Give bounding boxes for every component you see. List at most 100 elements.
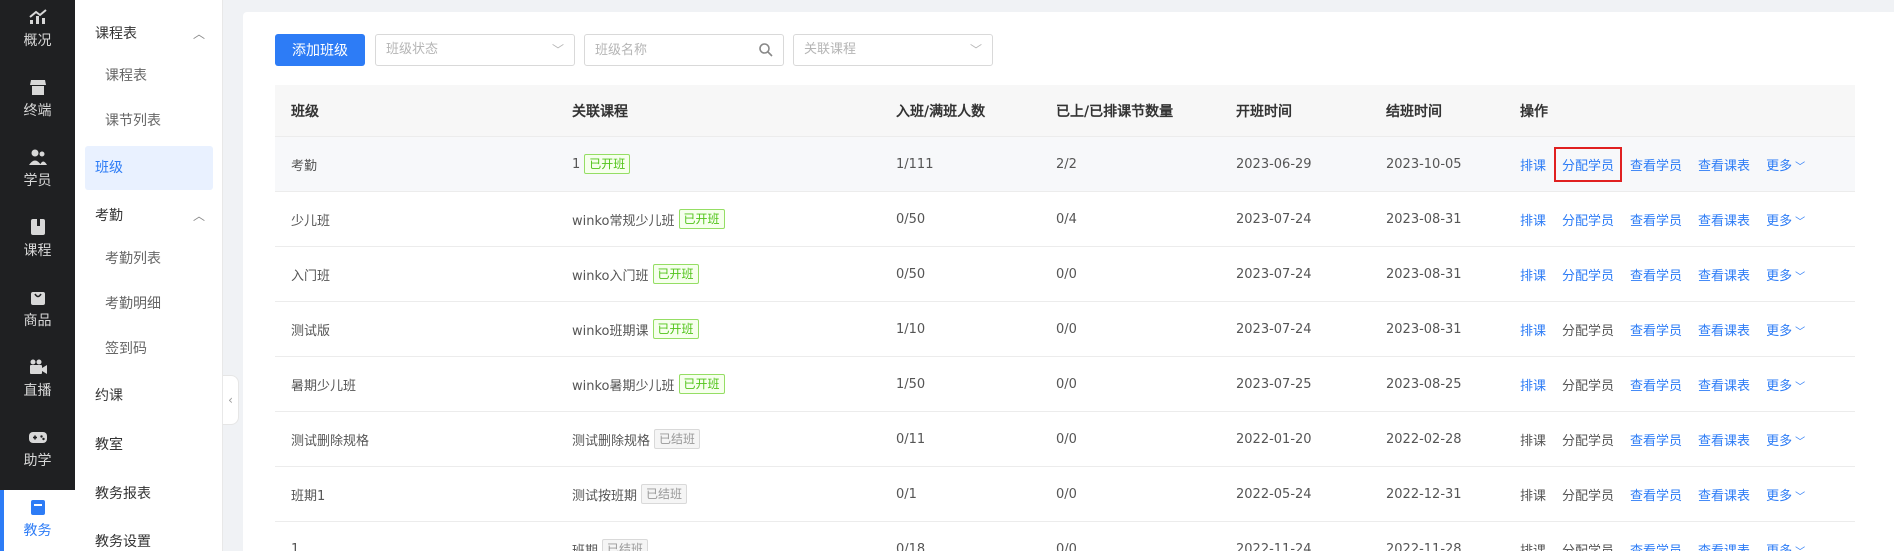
view-students-link[interactable]: 查看学员: [1630, 485, 1682, 504]
header-class: 班级: [291, 103, 319, 120]
add-class-button[interactable]: 添加班级: [275, 34, 365, 66]
header-start: 开班时间: [1236, 103, 1292, 120]
menu-item-class[interactable]: 班级: [85, 146, 213, 190]
table-row: 少儿班 winko常规少儿班 已开班 0/50 0/4 2023-07-24 2023-08…: [275, 192, 1855, 247]
schedule-link[interactable]: 排课: [1520, 375, 1546, 394]
more-dropdown[interactable]: 更多﹀: [1766, 430, 1805, 449]
view-students-link[interactable]: 查看学员: [1630, 265, 1682, 284]
view-schedule-link[interactable]: 查看课表: [1698, 320, 1750, 339]
view-schedule-link[interactable]: 查看课表: [1698, 155, 1750, 174]
header-enroll: 入班/满班人数: [896, 103, 986, 120]
cell-lessons: 0/0: [1056, 266, 1077, 282]
cell-class-name: 暑期少儿班: [291, 378, 357, 394]
assign-students-link[interactable]: 分配学员: [1562, 265, 1614, 284]
menu-group-schedule[interactable]: 课程表 ︿: [75, 12, 223, 56]
view-students-link[interactable]: 查看学员: [1630, 375, 1682, 394]
menu-item-attendance-detail[interactable]: 考勤明细: [75, 282, 223, 326]
more-dropdown[interactable]: 更多﹀: [1766, 210, 1805, 229]
more-dropdown[interactable]: 更多﹀: [1766, 320, 1805, 339]
cell-end-date: 2023-08-25: [1386, 376, 1462, 392]
assign-students-link[interactable]: 分配学员: [1562, 430, 1614, 449]
view-students-link[interactable]: 查看学员: [1630, 210, 1682, 229]
more-dropdown[interactable]: 更多﹀: [1766, 485, 1805, 504]
view-students-link[interactable]: 查看学员: [1630, 320, 1682, 339]
more-dropdown[interactable]: 更多﹀: [1766, 155, 1805, 174]
assign-students-link[interactable]: 分配学员: [1562, 375, 1614, 394]
nav-item-students[interactable]: 学员: [0, 148, 75, 218]
assign-students-link[interactable]: 分配学员: [1562, 540, 1614, 551]
main-nav: 概况 终端 学员 课程 商品 直播 助学 教务: [0, 0, 75, 551]
more-dropdown[interactable]: 更多﹀: [1766, 375, 1805, 394]
bag-icon: [30, 292, 45, 305]
nav-item-overview[interactable]: 概况: [0, 8, 75, 78]
menu-group-label: 考勤: [95, 208, 123, 224]
nav-item-assist[interactable]: 助学: [0, 428, 75, 498]
chevron-up-icon: ︿: [192, 209, 205, 223]
class-status-select[interactable]: 班级状态 ﹀: [375, 34, 575, 66]
cell-lessons: 0/0: [1056, 486, 1077, 502]
cell-class-name: 入门班: [291, 268, 331, 284]
nav-item-goods[interactable]: 商品: [0, 288, 75, 358]
view-schedule-link[interactable]: 查看课表: [1698, 375, 1750, 394]
header-end: 结班时间: [1386, 103, 1442, 120]
assign-students-link[interactable]: 分配学员: [1562, 485, 1614, 504]
view-schedule-link[interactable]: 查看课表: [1698, 265, 1750, 284]
more-dropdown[interactable]: 更多﹀: [1766, 265, 1805, 284]
header-lessons: 已上/已排课节数量: [1056, 103, 1174, 120]
menu-item-label: 约课: [95, 388, 123, 404]
nav-item-academic[interactable]: 教务: [0, 490, 75, 551]
course-name: winko入门班: [572, 268, 649, 284]
schedule-link[interactable]: 排课: [1520, 265, 1546, 284]
view-schedule-link[interactable]: 查看课表: [1698, 485, 1750, 504]
more-dropdown[interactable]: 更多﹀: [1766, 540, 1805, 551]
table-row: 测试版 winko班期课 已开班 1/10 0/0 2023-07-24 2023-08-3…: [275, 302, 1855, 357]
more-label: 更多: [1766, 543, 1793, 551]
nav-label: 教务: [23, 523, 52, 539]
related-course-select[interactable]: 关联课程 ﹀: [793, 34, 993, 66]
assign-students-link[interactable]: 分配学员: [1554, 146, 1623, 182]
table-row: 1 班期 已结班 0/18 0/0 2022-11-24 2022-11-28 排课 分配学员 查…: [275, 522, 1855, 551]
schedule-link[interactable]: 排课: [1520, 430, 1546, 449]
assign-students-link[interactable]: 分配学员: [1562, 210, 1614, 229]
view-students-link[interactable]: 查看学员: [1630, 540, 1682, 551]
status-badge: 已结班: [654, 429, 701, 449]
view-schedule-link[interactable]: 查看课表: [1698, 210, 1750, 229]
nav-label: 直播: [23, 383, 52, 399]
nav-item-courses[interactable]: 课程: [0, 218, 75, 288]
nav-item-live[interactable]: 直播: [0, 358, 75, 428]
cell-lessons: 0/4: [1056, 211, 1077, 227]
assign-students-link[interactable]: 分配学员: [1562, 320, 1614, 339]
menu-group-attendance[interactable]: 考勤 ︿: [75, 194, 223, 238]
schedule-link[interactable]: 排课: [1520, 485, 1546, 504]
menu-item-lesson-list[interactable]: 课节列表: [75, 99, 223, 143]
class-table: 班级 关联课程 入班/满班人数 已上/已排课节数量 开班时间 结班时间 操作 考…: [275, 85, 1855, 551]
menu-item-schedule[interactable]: 课程表: [75, 54, 223, 98]
view-students-link[interactable]: 查看学员: [1630, 155, 1682, 174]
schedule-link[interactable]: 排课: [1520, 210, 1546, 229]
view-schedule-link[interactable]: 查看课表: [1698, 540, 1750, 551]
sidebar-collapse-button[interactable]: ‹: [223, 375, 239, 425]
cell-ops: 排课分配学员查看学员查看课表更多﹀: [1520, 192, 1821, 246]
chevron-down-icon: ﹀: [1795, 161, 1806, 173]
cell-enroll: 0/11: [896, 431, 926, 447]
class-name-search: [584, 34, 784, 66]
menu-item-booking[interactable]: 约课: [75, 374, 223, 418]
status-badge: 已开班: [678, 374, 725, 394]
view-schedule-link[interactable]: 查看课表: [1698, 430, 1750, 449]
schedule-link[interactable]: 排课: [1520, 155, 1546, 174]
class-name-input[interactable]: [585, 35, 745, 65]
nav-label: 学员: [23, 173, 52, 189]
search-icon[interactable]: [758, 42, 774, 58]
cell-course: winko班期课 已开班: [572, 302, 699, 356]
menu-item-classroom[interactable]: 教室: [75, 423, 223, 467]
view-students-link[interactable]: 查看学员: [1630, 430, 1682, 449]
menu-item-settings[interactable]: 教务设置: [75, 520, 223, 551]
schedule-link[interactable]: 排课: [1520, 320, 1546, 339]
schedule-link[interactable]: 排课: [1520, 540, 1546, 551]
status-badge: 已开班: [652, 319, 699, 339]
menu-item-report[interactable]: 教务报表: [75, 472, 223, 516]
menu-item-attendance-list[interactable]: 考勤列表: [75, 237, 223, 281]
menu-item-checkin-code[interactable]: 签到码: [75, 327, 223, 371]
nav-item-terminal[interactable]: 终端: [0, 78, 75, 148]
table-header: 班级 关联课程 入班/满班人数 已上/已排课节数量 开班时间 结班时间 操作: [275, 85, 1855, 137]
